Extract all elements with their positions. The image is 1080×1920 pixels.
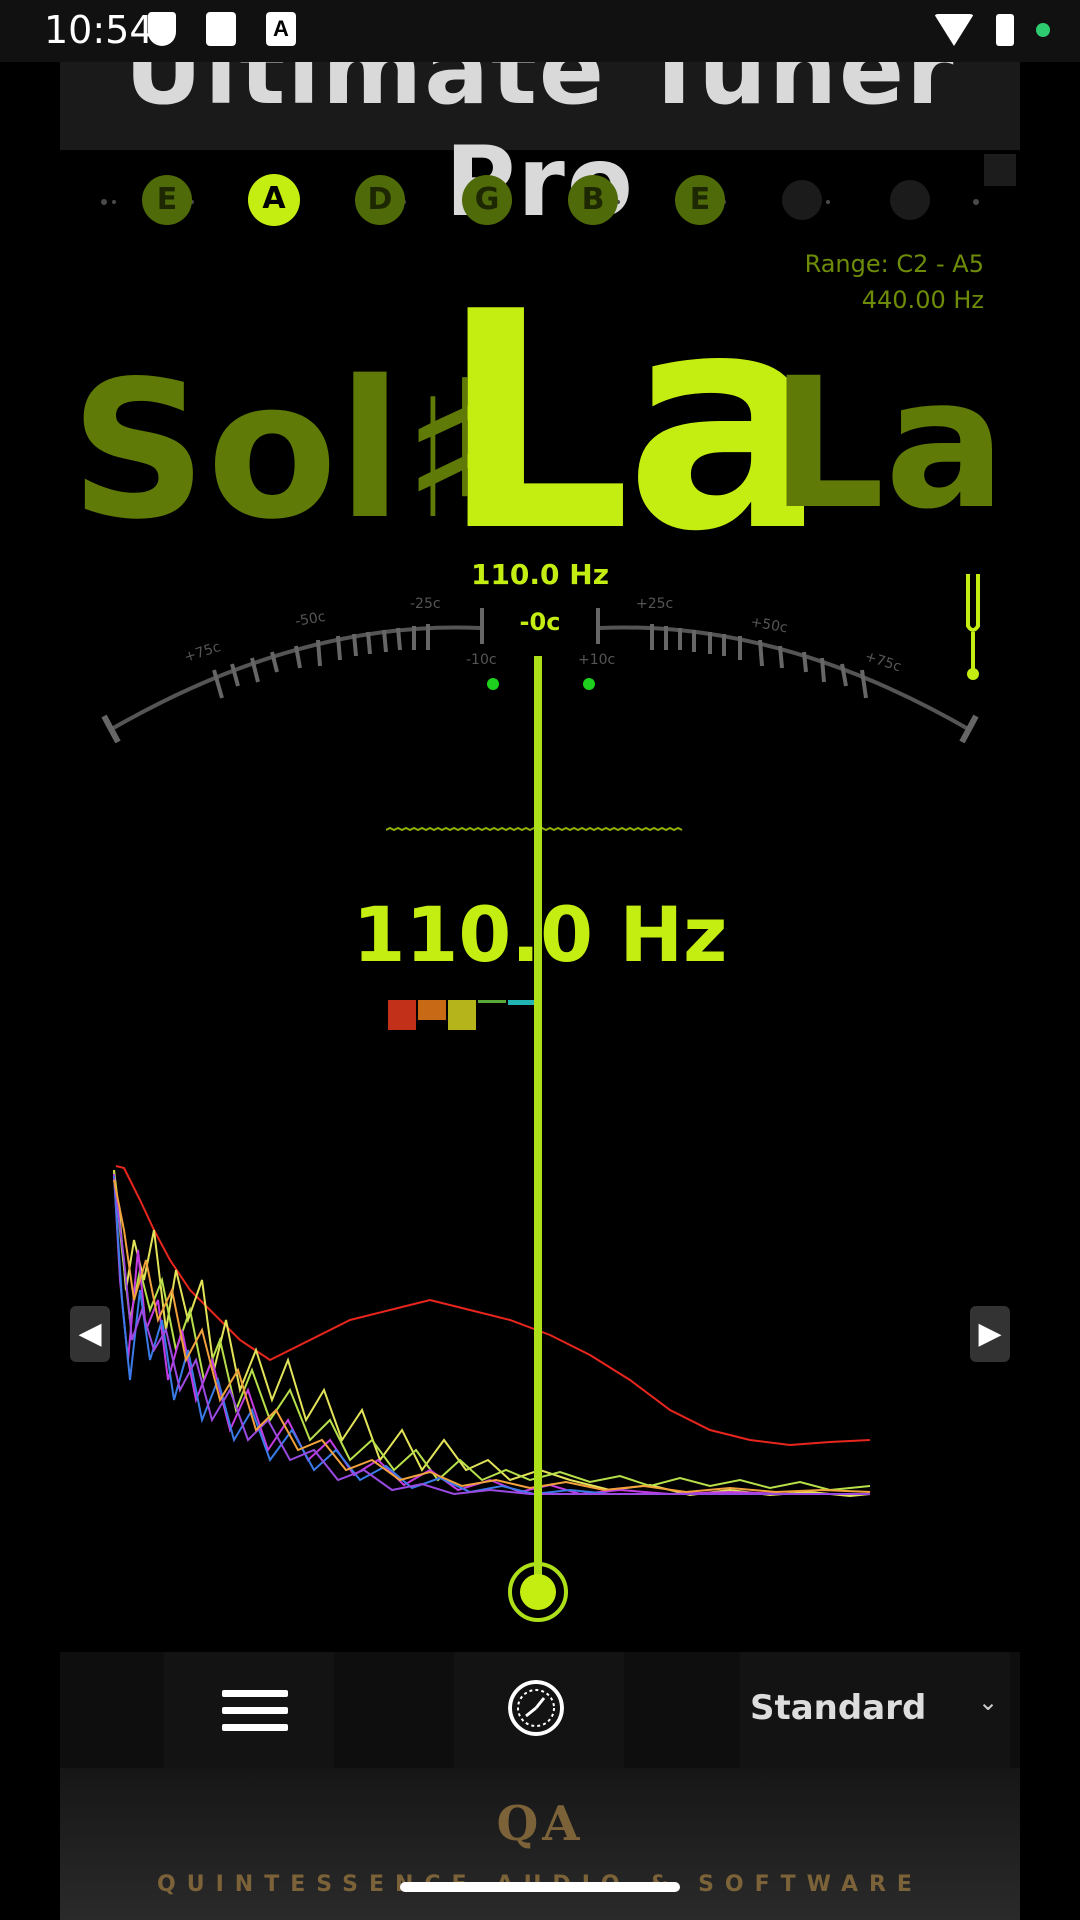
svg-text:+25c: +25c bbox=[636, 596, 673, 612]
string-button-a[interactable]: A bbox=[248, 174, 300, 226]
next-note: La♯ bbox=[770, 340, 1020, 549]
dial-button[interactable] bbox=[454, 1652, 624, 1768]
status-icons-right bbox=[934, 14, 1050, 46]
spectrum-line-red bbox=[115, 1165, 871, 1447]
meter-cents-label: -0c bbox=[519, 608, 561, 636]
footer-branding: QA QUINTESSENCE AUDIO & SOFTWARE bbox=[60, 1768, 1020, 1920]
meter-ticks-right bbox=[596, 608, 868, 699]
string-dots-decoration bbox=[101, 199, 979, 205]
compass-dial-icon bbox=[508, 1680, 564, 1736]
home-indicator[interactable] bbox=[400, 1882, 680, 1892]
svg-text:+75c: +75c bbox=[863, 649, 903, 676]
svg-text:-25c: -25c bbox=[410, 596, 441, 612]
svg-text:+75c: +75c bbox=[182, 639, 222, 666]
menu-list-icon bbox=[222, 1690, 288, 1731]
signal-level-meter bbox=[388, 1000, 534, 1030]
string-button-d[interactable]: D bbox=[355, 175, 405, 225]
bottom-toolbar: Standard ⌄ bbox=[60, 1652, 1020, 1768]
meter-ticks-left bbox=[212, 608, 484, 699]
green-dot-icon bbox=[1036, 23, 1050, 37]
range-info: Range: C2 - A5 440.00 Hz bbox=[805, 246, 984, 318]
spectrum-line-violet bbox=[113, 1177, 870, 1496]
font-a-icon: A bbox=[266, 12, 296, 46]
level-bar-green bbox=[478, 1000, 506, 1003]
status-time: 10:54 bbox=[44, 8, 154, 52]
string-button-e-high[interactable]: E bbox=[675, 175, 725, 225]
tuning-dropdown[interactable]: Standard ⌄ bbox=[740, 1652, 1010, 1768]
settings-square-button[interactable] bbox=[984, 154, 1016, 186]
in-tune-dot-left bbox=[487, 678, 499, 690]
needle-knob[interactable] bbox=[508, 1562, 568, 1622]
string-button-empty-2[interactable] bbox=[890, 180, 930, 220]
string-button-empty-1[interactable] bbox=[782, 180, 822, 220]
meter-end-left bbox=[101, 714, 121, 744]
string-button-g[interactable]: G bbox=[462, 175, 512, 225]
level-bar-cyan bbox=[508, 1000, 534, 1005]
previous-note: Sol♯ bbox=[70, 340, 495, 561]
meter-frequency-label: 110.0 Hz bbox=[470, 558, 610, 591]
prev-arrow-button[interactable]: ◀ bbox=[70, 1306, 110, 1362]
reference-frequency: 440.00 Hz bbox=[861, 286, 984, 314]
string-selector: E A D G B E bbox=[100, 174, 980, 231]
string-button-b[interactable]: B bbox=[568, 175, 618, 225]
spectrum-line-blue bbox=[113, 1175, 870, 1496]
meter-end-right bbox=[959, 714, 979, 744]
company-logo: QA bbox=[496, 1796, 584, 1852]
svg-text:-50c: -50c bbox=[294, 609, 327, 630]
string-button-e-low[interactable]: E bbox=[142, 175, 192, 225]
svg-text:+10c: +10c bbox=[578, 652, 615, 668]
level-bar-orange bbox=[418, 1000, 446, 1020]
battery-icon bbox=[996, 14, 1014, 46]
in-tune-dot-right bbox=[583, 678, 595, 690]
wifi-icon bbox=[934, 14, 974, 46]
tuning-needle bbox=[534, 656, 542, 1586]
shield-icon bbox=[148, 12, 176, 46]
spectrum-line-magenta bbox=[113, 1173, 870, 1496]
range-label: Range: C2 - A5 bbox=[804, 250, 984, 278]
svg-text:+50c: +50c bbox=[749, 614, 788, 636]
svg-text:-10c: -10c bbox=[466, 652, 497, 668]
chevron-down-icon: ⌄ bbox=[978, 1689, 999, 1716]
next-arrow-button[interactable]: ▶ bbox=[970, 1306, 1010, 1362]
sd-card-icon bbox=[206, 12, 236, 46]
level-bar-red bbox=[388, 1000, 416, 1030]
spectrum-line-orange bbox=[113, 1179, 871, 1494]
status-bar: 10:54 A bbox=[0, 0, 1080, 62]
menu-button[interactable] bbox=[164, 1652, 334, 1768]
spectrum-line-yellow bbox=[113, 1169, 871, 1498]
status-icons-left: A bbox=[148, 12, 296, 46]
tuning-dropdown-value: Standard bbox=[750, 1688, 927, 1728]
meter-arc-left bbox=[108, 625, 481, 732]
level-bar-yellow bbox=[448, 1000, 476, 1030]
meter-arc-right bbox=[599, 625, 972, 732]
tuning-fork-icon[interactable] bbox=[966, 574, 980, 680]
